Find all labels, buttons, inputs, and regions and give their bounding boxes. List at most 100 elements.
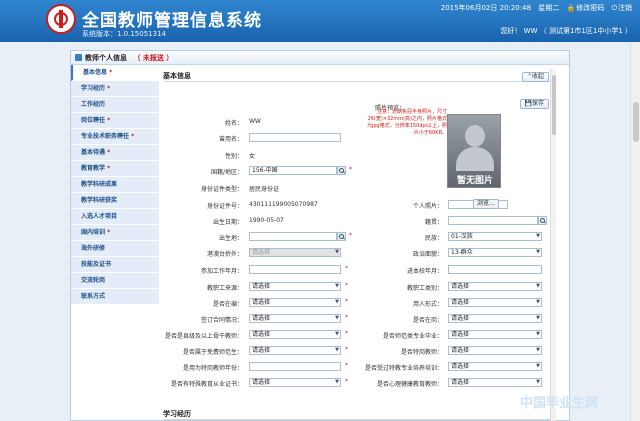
change-password-label[interactable]: 修改密码: [576, 4, 604, 12]
scrollbar-thumb[interactable]: [552, 75, 556, 135]
employment-select[interactable]: 请选择 ▼: [448, 298, 542, 307]
gender-value: 女: [249, 153, 256, 160]
header-toolbar: 2015年06月02日 20:20:48 星期二 🔒修改密码 ⏻注销: [436, 3, 632, 13]
hk-macao-tw-select[interactable]: 请选择 ▼: [249, 248, 341, 257]
chevron-down-icon: ▼: [536, 331, 540, 337]
special-cert-select[interactable]: 请选择 ▼: [249, 378, 341, 387]
id-number-value: 430111199005070987: [249, 201, 318, 208]
chevron-down-icon: ▼: [335, 249, 339, 255]
nav-item-salary[interactable]: 基本待遇 *: [71, 145, 159, 161]
school-start-input[interactable]: [448, 265, 542, 274]
nav-item-post[interactable]: 岗位聘任 *: [71, 113, 159, 129]
system-title: 全国教师管理信息系统: [82, 11, 262, 31]
page-scrollbar-thumb[interactable]: [633, 102, 639, 142]
special-year-input[interactable]: [249, 362, 341, 371]
user-info: 您好！ WW （ 测试第1市1区1中小学1 ）: [500, 27, 632, 35]
personal-photo-label: 个人照片：: [412, 203, 443, 210]
collapse-button[interactable]: ⌃收起: [521, 72, 549, 82]
id-type-value: 居民身份证: [249, 186, 280, 193]
required-mark: *: [349, 166, 352, 173]
content-scrollbar[interactable]: [550, 69, 556, 421]
chevron-down-icon: ▼: [335, 331, 339, 337]
required-mark: *: [345, 378, 348, 385]
special-post-select[interactable]: 请选择 ▼: [448, 346, 542, 355]
teacher-graduate-select[interactable]: 请选择 ▼: [448, 330, 542, 339]
chevron-down-icon: ▼: [536, 233, 540, 239]
page-scrollbar[interactable]: [630, 42, 640, 421]
ethnicity-label: 民族：: [424, 235, 443, 242]
browse-button[interactable]: 浏览...: [473, 199, 499, 209]
required-mark: *: [345, 298, 348, 305]
political-select[interactable]: 13-群众 ▼: [448, 248, 542, 257]
on-duty-select[interactable]: 请选择 ▼: [448, 314, 542, 323]
nav-item-skills[interactable]: 技能及证书: [71, 257, 159, 273]
chevron-down-icon: ▼: [536, 347, 540, 353]
free-normal-select[interactable]: 请选择 ▼: [249, 346, 341, 355]
logout-label[interactable]: 注销: [618, 4, 632, 12]
staff-source-select[interactable]: 请选择 ▼: [249, 282, 341, 291]
required-mark: *: [345, 282, 348, 289]
nav-item-talent[interactable]: 入选人才项目: [71, 209, 159, 225]
save-button[interactable]: 💾保存: [519, 99, 549, 109]
chevron-down-icon: ▼: [536, 363, 540, 369]
panel-title: 教师个人信息: [85, 54, 127, 62]
required-mark: *: [345, 346, 348, 353]
education-section-title: 学习经历: [163, 410, 191, 418]
section-title: 基本信息: [163, 72, 191, 80]
ministry-logo: [46, 4, 76, 34]
employment-label: 用人形式：: [412, 301, 443, 308]
nationality-select[interactable]: 156-中国: [249, 166, 337, 175]
required-mark: *: [345, 362, 348, 369]
work-start-input[interactable]: [249, 265, 341, 274]
report-status: （ 未报送 ）: [133, 54, 174, 62]
panel-icon: [75, 54, 82, 61]
nav-item-title[interactable]: 专业技术职务聘任 *: [71, 129, 159, 145]
nav-item-exchange[interactable]: 交流轮岗: [71, 273, 159, 289]
nav-item-teaching[interactable]: 教育教学 *: [71, 161, 159, 177]
logout-link[interactable]: ⏻注销: [611, 4, 632, 12]
nav-item-basic-info[interactable]: 基本信息 *: [71, 65, 159, 81]
mental-health-label: 是否心理健康教育教师：: [376, 381, 443, 388]
teacher-graduate-label: 是否师范类专业毕业：: [382, 333, 443, 340]
photo-note: 注意：近期免冠半身照片，尺寸26(宽)×32mm(高)之内，照片格式为jpg格式…: [366, 109, 447, 136]
main-content: 基本信息 ⌃收起 💾保存 姓名： WW 曾用名： 性别： 女 国籍/地区： 15…: [163, 69, 557, 421]
nav-item-training[interactable]: 国内培训 *: [71, 225, 159, 241]
contract-label: 签订合同情况：: [200, 317, 243, 324]
ethnicity-select[interactable]: 01-汉族 ▼: [448, 232, 542, 241]
birth-date-value: 1990-05-07: [249, 217, 284, 224]
nav-item-research[interactable]: 教学科研成果: [71, 177, 159, 193]
birth-place-input[interactable]: [249, 232, 337, 241]
birth-date-label: 出生日期：: [212, 219, 243, 226]
special-training-select[interactable]: 请选择 ▼: [448, 362, 542, 371]
on-staff-select[interactable]: 请选择 ▼: [249, 298, 341, 307]
id-number-label: 身份证件号：: [206, 203, 243, 210]
backbone-teacher-select[interactable]: 请选择 ▼: [249, 330, 341, 339]
chevron-down-icon: ▼: [335, 315, 339, 321]
chevron-down-icon: ▼: [335, 379, 339, 385]
nav-item-contact[interactable]: 联系方式: [71, 289, 159, 305]
used-name-input[interactable]: [249, 133, 341, 142]
required-mark: *: [345, 314, 348, 321]
native-place-search-icon[interactable]: [538, 216, 547, 225]
staff-source-label: 教职工来源：: [206, 285, 243, 292]
nav-item-awards[interactable]: 教学科研获奖: [71, 193, 159, 209]
nav-item-work[interactable]: 工作经历: [71, 97, 159, 113]
on-duty-label: 是否在岗：: [412, 317, 443, 324]
nationality-search-icon[interactable]: [337, 166, 346, 175]
native-place-input[interactable]: [448, 216, 538, 225]
contract-select[interactable]: 请选择 ▼: [249, 314, 341, 323]
watermark-text: 中国毕业生网: [520, 396, 599, 411]
mental-health-select[interactable]: 请选择 ▼: [448, 378, 542, 387]
id-type-label: 身份证件类型：: [200, 186, 243, 193]
required-mark: *: [349, 232, 352, 239]
name-value: WW: [249, 118, 261, 125]
chevron-down-icon: ▼: [536, 249, 540, 255]
chevron-down-icon: ▼: [536, 299, 540, 305]
staff-category-select[interactable]: 请选择 ▼: [448, 282, 542, 291]
change-password-link[interactable]: 🔒修改密码: [567, 4, 605, 12]
avatar-head: [465, 125, 485, 147]
nav-item-education[interactable]: 学习经历 *: [71, 81, 159, 97]
birth-place-search-icon[interactable]: [337, 232, 346, 241]
nav-item-overseas[interactable]: 海外研修: [71, 241, 159, 257]
birth-place-label: 出生地：: [218, 235, 243, 242]
